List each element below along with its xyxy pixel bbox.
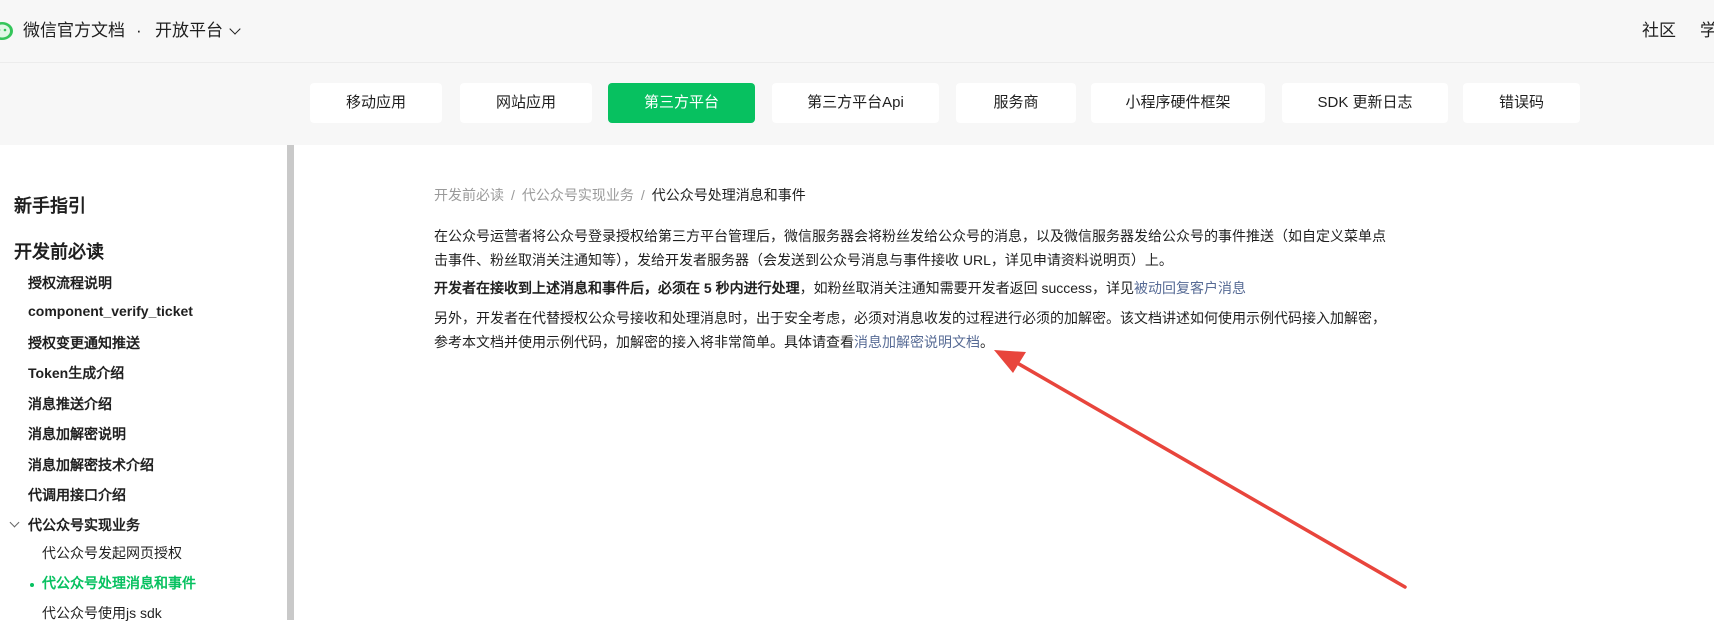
- nav-learn[interactable]: 学: [1700, 20, 1714, 42]
- tab-website-app[interactable]: 网站应用: [460, 83, 592, 123]
- content-paragraph-1: 在公众号运营者将公众号登录授权给第三方平台管理后，微信服务器会将粉丝发给公众号的…: [434, 224, 1394, 272]
- sidebar-subitem-js-sdk[interactable]: 代公众号使用js sdk: [42, 603, 162, 623]
- paragraph-bold-text: 开发者在接收到上述消息和事件后，必须在 5 秒内进行处理: [434, 280, 800, 296]
- tab-sdk-changelog[interactable]: SDK 更新日志: [1282, 83, 1448, 123]
- site-title[interactable]: 微信官方文档: [23, 20, 125, 42]
- breadcrumb: 开发前必读 / 代公众号实现业务 / 代公众号处理消息和事件: [434, 185, 806, 205]
- paragraph-line: 在公众号运营者将公众号登录授权给第三方平台管理后，微信服务器会将粉丝发给公众号的…: [434, 224, 1394, 248]
- platform-dropdown[interactable]: 开放平台: [155, 20, 239, 42]
- sidebar-scrollbar[interactable]: [287, 145, 294, 620]
- active-bullet-icon: [30, 583, 34, 587]
- breadcrumb-separator: /: [511, 187, 515, 203]
- tab-third-party-api[interactable]: 第三方平台Api: [772, 83, 939, 123]
- sidebar-heading-getting-started[interactable]: 新手指引: [14, 192, 86, 218]
- paragraph-line: 另外，开发者在代替授权公众号接收和处理消息时，出于安全考虑，必须对消息收发的过程…: [434, 306, 1394, 330]
- category-tabs: 移动应用 网站应用 第三方平台 第三方平台Api 服务商 小程序硬件框架 SDK…: [0, 63, 1714, 145]
- content-paragraph-3: 另外，开发者在代替授权公众号接收和处理消息时，出于安全考虑，必须对消息收发的过程…: [434, 306, 1394, 354]
- sidebar-heading-before-dev[interactable]: 开发前必读: [14, 238, 104, 264]
- wechat-logo-icon: [0, 20, 14, 42]
- sidebar-item-auth-change-push[interactable]: 授权变更通知推送: [28, 333, 140, 353]
- annotation-arrow-shaft: [1012, 360, 1405, 587]
- sidebar-item-encryption[interactable]: 消息加解密说明: [28, 424, 126, 444]
- chevron-down-icon: [229, 23, 240, 34]
- top-header: 微信官方文档 · 开放平台 社区 学: [0, 0, 1714, 63]
- sidebar-item-auth-flow[interactable]: 授权流程说明: [28, 273, 112, 293]
- paragraph-text: ，如粉丝取消关注通知需要开发者返回 success，详见: [800, 280, 1134, 296]
- tab-mobile-app[interactable]: 移动应用: [310, 83, 442, 123]
- encryption-doc-link[interactable]: 消息加解密说明文档: [854, 334, 980, 350]
- breadcrumb-separator: /: [641, 187, 645, 203]
- chevron-down-icon[interactable]: [10, 518, 20, 528]
- title-separator: ·: [136, 20, 142, 42]
- sidebar-subitem-web-auth[interactable]: 代公众号发起网页授权: [42, 543, 182, 563]
- sidebar-item-verify-ticket[interactable]: component_verify_ticket: [28, 303, 193, 319]
- passive-reply-link[interactable]: 被动回复客户消息: [1134, 280, 1246, 296]
- sidebar-item-token[interactable]: Token生成介绍: [28, 363, 124, 383]
- paragraph-line: 参考本文档并使用示例代码，加解密的接入将非常简单。具体请查看消息加解密说明文档。: [434, 330, 1394, 354]
- sidebar-item-official-account-business[interactable]: 代公众号实现业务: [28, 515, 140, 535]
- sidebar: 新手指引 开发前必读 授权流程说明 component_verify_ticke…: [0, 145, 290, 620]
- tab-error-codes[interactable]: 错误码: [1463, 83, 1580, 123]
- paragraph-line: 击事件、粉丝取消关注通知等），发给开发者服务器（会发送到公众号消息与事件接收 U…: [434, 248, 1394, 272]
- sidebar-item-message-push[interactable]: 消息推送介绍: [28, 394, 112, 414]
- breadcrumb-item[interactable]: 开发前必读: [434, 187, 504, 203]
- tab-hardware-framework[interactable]: 小程序硬件框架: [1091, 83, 1265, 123]
- paragraph-end: 。: [980, 334, 994, 350]
- platform-dropdown-label: 开放平台: [155, 21, 223, 40]
- sidebar-item-api-call[interactable]: 代调用接口介绍: [28, 485, 126, 505]
- sidebar-subitem-messages-events[interactable]: 代公众号处理消息和事件: [42, 573, 196, 593]
- tab-third-party-platform[interactable]: 第三方平台: [608, 83, 755, 123]
- nav-community[interactable]: 社区: [1642, 20, 1676, 42]
- sidebar-item-encryption-tech[interactable]: 消息加解密技术介绍: [28, 455, 154, 475]
- breadcrumb-current: 代公众号处理消息和事件: [652, 187, 806, 203]
- content-paragraph-2: 开发者在接收到上述消息和事件后，必须在 5 秒内进行处理，如粉丝取消关注通知需要…: [434, 276, 1394, 300]
- breadcrumb-item[interactable]: 代公众号实现业务: [522, 187, 634, 203]
- tab-service-provider[interactable]: 服务商: [956, 83, 1076, 123]
- paragraph-text: 参考本文档并使用示例代码，加解密的接入将非常简单。具体请查看: [434, 334, 854, 350]
